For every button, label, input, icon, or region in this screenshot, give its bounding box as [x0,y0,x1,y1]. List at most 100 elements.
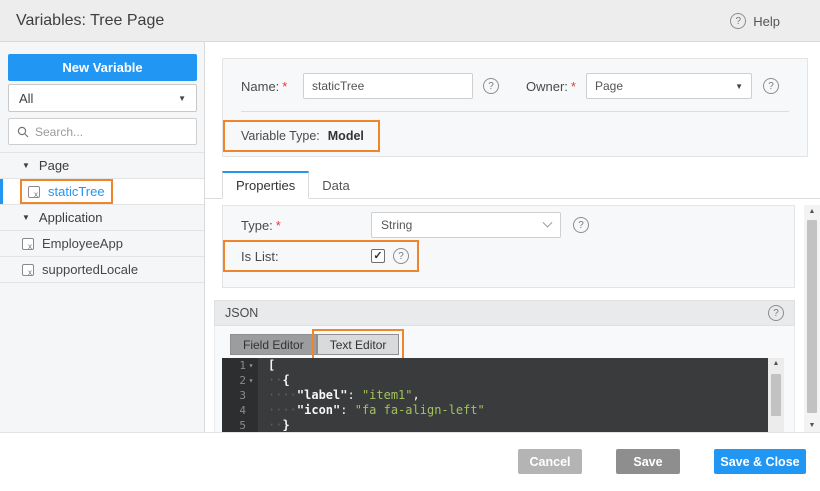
owner-help-icon[interactable]: ? [763,78,779,94]
code-token: "fa fa-align-left" [354,403,485,417]
code-line[interactable]: 3 ····"label": "item1", [222,388,768,403]
type-help-icon[interactable]: ? [573,217,589,233]
owner-select[interactable]: Page ▼ [586,73,752,99]
tree-item-label: Page [38,158,70,173]
caret-down-icon[interactable]: ▼ [22,213,30,222]
code-token: , [412,388,420,402]
editor-scrollbar[interactable]: ▲ [768,358,784,432]
dialog-footer: Cancel Save Save & Close [0,432,820,491]
panel-scrollbar[interactable]: ▲ ▼ [804,205,820,432]
help-button[interactable]: ? Help [730,0,780,42]
editor-tab-field-editor[interactable]: Field Editor [230,334,317,355]
save-close-button[interactable]: Save & Close [714,449,806,474]
variable-filter-select[interactable]: All ▼ [8,84,197,112]
properties-panel: Type: * String ? Is List: ✓ ? [222,205,795,288]
code-token: { [282,373,290,387]
tab-data[interactable]: Data [309,171,362,199]
is-list-label: Is List: [241,248,279,264]
line-number: 1 ▾ [222,358,258,373]
code-token: [ [268,358,276,372]
main-tabs: Properties Data [222,171,363,199]
code-text: [ [258,358,768,373]
name-input[interactable] [303,73,473,99]
sidebar-item-supportedlocale[interactable]: x supportedLocale [0,257,204,283]
type-value: String [381,218,413,232]
caret-down-icon[interactable]: ▼ [22,161,30,170]
check-icon: ✓ [373,249,383,262]
scroll-up-icon[interactable]: ▲ [804,208,820,215]
help-label: Help [753,13,780,29]
name-help-icon[interactable]: ? [483,78,499,94]
sidebar-item-employeeapp[interactable]: x EmployeeApp [0,231,204,257]
dropdown-arrow-icon: ▼ [735,81,743,91]
search-icon [17,126,29,137]
code-line[interactable]: 1 ▾ [ [222,358,768,373]
code-token: "label" [296,388,348,402]
tree-item-label: staticTree [48,184,105,199]
code-text: ····"label": "item1", [258,388,768,403]
line-number: 3 [222,388,258,403]
tree-group-page[interactable]: ▼ Page [0,153,204,179]
editor-tab-text-editor[interactable]: Text Editor [311,329,405,360]
search-input[interactable] [35,124,190,139]
is-list-checkbox[interactable]: ✓ [371,249,385,263]
owner-value: Page [595,79,624,93]
code-line[interactable]: 2 ▾ ··{ [222,373,768,388]
title-bar: Variables: Tree Page ? Help [0,0,820,42]
save-button[interactable]: Save [616,449,680,474]
line-number: 2 ▾ [222,373,258,388]
json-section-title: JSON [225,306,259,320]
whitespace-dots: ···· [268,403,297,417]
is-list-highlight-box: Is List: ✓ ? [223,240,419,272]
variables-dialog: Variables: Tree Page ? Help New Variable… [0,0,820,491]
owner-label: Owner: * [526,79,576,94]
editor-mode-tabs: Field Editor Text Editor [230,329,405,360]
variable-icon: x [28,185,40,199]
fold-arrow-icon[interactable]: ▾ [247,358,255,373]
type-label: Type: * [241,218,281,233]
new-variable-button[interactable]: New Variable [8,54,197,81]
variable-type-value: Model [327,129,364,143]
line-number: 5 [222,418,258,432]
variables-tree: ▼ Page x staticTree ▼ Application x EmployeeApp… [0,152,204,283]
tree-item-label: EmployeeApp [42,236,123,251]
required-marker: * [282,79,288,94]
highlight-box: x staticTree [20,179,113,204]
fold-arrow-icon[interactable]: ▾ [247,373,255,388]
code-token: : [347,388,362,402]
variable-icon: x [22,263,34,276]
code-line[interactable]: 4 ····"icon": "fa fa-align-left" [222,403,768,418]
scroll-down-icon[interactable]: ▼ [804,422,820,429]
chevron-down-icon [542,217,553,228]
scroll-up-icon[interactable]: ▲ [768,360,784,367]
panel-scrollbar-thumb[interactable] [807,220,817,413]
name-label: Name: * [241,79,288,94]
code-token: "item1" [361,388,413,402]
tree-group-application[interactable]: ▼ Application [0,205,204,231]
required-marker: * [275,218,281,233]
variable-type-label: Variable Type: [241,129,320,143]
json-code-editor[interactable]: 1 ▾[2 ▾ ··{3 ····"label": "item1", 4 ····"icon… [222,358,768,432]
variable-icon: x [22,237,34,250]
tab-properties[interactable]: Properties [222,171,310,199]
dialog-title: Variables: Tree Page [16,12,165,29]
variable-filter-value: All [19,90,34,106]
variable-summary-panel: Name:* ? Owner:* Page ▼ ? Variable Type:… [222,58,808,157]
divider [241,111,789,112]
dropdown-arrow-icon: ▼ [178,93,186,103]
sidebar-item-statictree[interactable]: x staticTree [0,179,204,205]
variable-type-highlight-box: Variable Type: Model [223,120,380,152]
cancel-button[interactable]: Cancel [518,449,582,474]
variable-glyph: x [34,189,38,199]
help-icon: ? [730,13,747,29]
type-select[interactable]: String [371,212,561,238]
required-marker: * [570,79,576,94]
line-number: 4 [222,403,258,418]
is-list-help-icon[interactable]: ? [393,248,409,264]
code-text: ····"icon": "fa fa-align-left" [258,403,768,418]
code-line[interactable]: 5 ··} [222,418,768,432]
json-help-icon[interactable]: ? [768,305,784,321]
code-text: ··{ [258,373,768,388]
tree-item-label: Application [38,210,103,225]
editor-scrollbar-thumb[interactable] [771,374,781,416]
